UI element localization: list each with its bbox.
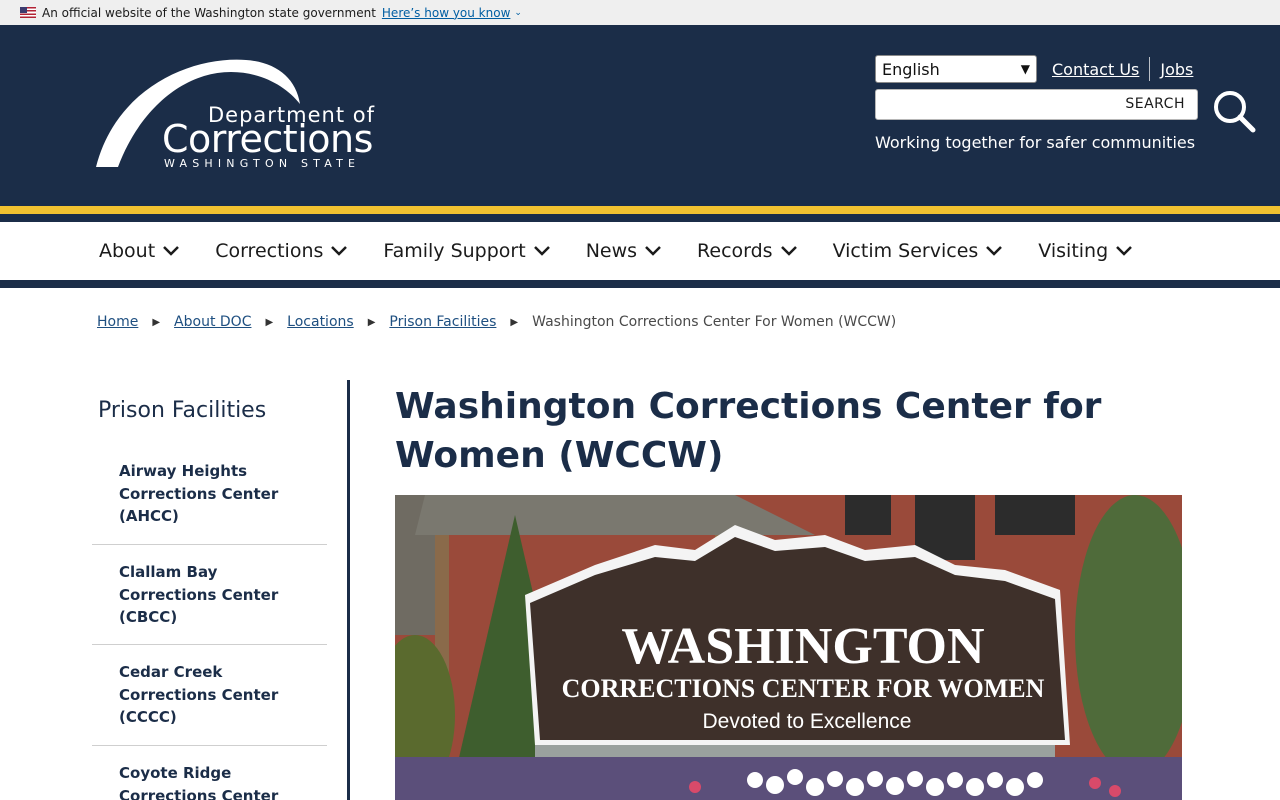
main-nav: About Corrections Family Support News Re… [0, 222, 1280, 280]
breadcrumb-prison-facilities[interactable]: Prison Facilities [389, 314, 496, 330]
sidebar-item-line: Corrections Center [119, 685, 279, 704]
chevron-down-icon: ▼ [1020, 62, 1030, 76]
chevron-right-icon: ▶ [152, 316, 161, 328]
contact-us-link[interactable]: Contact Us [1052, 60, 1139, 79]
page-title-line-2: Women (WCCW) [395, 435, 724, 476]
sidebar: Prison Facilities Airway Heights Correct… [92, 380, 350, 800]
search-input[interactable]: SEARCH [875, 89, 1198, 120]
chevron-down-icon [780, 246, 797, 256]
sidebar-item-cccc[interactable]: Cedar Creek Corrections Center (CCCC) [92, 661, 327, 746]
sidebar-item-line: Cedar Creek [119, 663, 223, 681]
nav-visiting[interactable]: Visiting [1038, 240, 1133, 262]
us-flag-icon [20, 7, 36, 18]
nav-victim-services-label: Victim Services [832, 240, 979, 262]
language-value: English [882, 59, 940, 79]
language-select[interactable]: English ▼ [875, 55, 1037, 83]
chevron-down-icon[interactable]: ⌄ [514, 8, 522, 18]
site-header: Department of Corrections WASHINGTON STA… [0, 25, 1280, 206]
sidebar-item-line: Clallam Bay [119, 563, 218, 581]
chevron-right-icon: ▶ [510, 316, 519, 328]
logo-line-3: WASHINGTON STATE [164, 157, 360, 170]
nav-corrections-label: Corrections [215, 240, 324, 262]
chevron-down-icon [986, 246, 1003, 256]
sidebar-item-crcc[interactable]: Coyote Ridge Corrections Center [92, 762, 327, 800]
sidebar-item-line: Corrections Center [119, 585, 279, 604]
nav-victim-services[interactable]: Victim Services [833, 240, 1003, 262]
chevron-down-icon [533, 246, 550, 256]
breadcrumb-locations[interactable]: Locations [287, 314, 354, 330]
page-title: Washington Corrections Center for Women … [395, 382, 1185, 480]
facility-sign-photo: WASHINGTON CORRECTIONS CENTER FOR WOMEN … [395, 495, 1182, 800]
nav-news[interactable]: News [586, 240, 661, 262]
nav-records[interactable]: Records [697, 240, 797, 262]
breadcrumb-current: Washington Corrections Center For Women … [532, 314, 897, 330]
logo-line-2: Corrections [162, 117, 373, 161]
sidebar-item-line: Corrections Center [119, 786, 279, 800]
chevron-right-icon: ▶ [265, 316, 274, 328]
nav-family-support[interactable]: Family Support [383, 240, 550, 262]
site-tagline: Working together for safer communities [875, 133, 1196, 152]
sign-line-3: Devoted to Excellence [703, 710, 912, 733]
nav-news-label: News [585, 240, 638, 262]
sidebar-item-line: (CBCC) [119, 608, 178, 626]
page-title-line-1: Washington Corrections Center for [395, 386, 1102, 427]
sidebar-item-line: Coyote Ridge [119, 764, 232, 782]
sidebar-item-line: (AHCC) [119, 507, 179, 525]
sign-line-2: CORRECTIONS CENTER FOR WOMEN [562, 674, 1045, 703]
sidebar-rule [347, 380, 350, 800]
navy-stripe [0, 214, 1280, 222]
nav-family-support-label: Family Support [383, 240, 526, 262]
chevron-down-icon [1116, 246, 1133, 256]
sidebar-item-ahcc[interactable]: Airway Heights Corrections Center (AHCC) [92, 460, 327, 545]
sidebar-item-line: Airway Heights [119, 462, 248, 480]
breadcrumb: Home ▶ About DOC ▶ Locations ▶ Prison Fa… [97, 314, 896, 330]
sign-line-1: WASHINGTON [621, 618, 984, 675]
how-you-know-link[interactable]: Here’s how you know [382, 6, 511, 20]
search-button[interactable]: SEARCH [1125, 96, 1185, 112]
search-icon[interactable] [1212, 89, 1256, 133]
nav-visiting-label: Visiting [1038, 240, 1109, 262]
nav-about-label: About [99, 240, 156, 262]
sidebar-item-line: Corrections Center [119, 484, 279, 503]
nav-about[interactable]: About [99, 240, 180, 262]
official-site-banner: An official website of the Washington st… [0, 0, 1280, 25]
link-divider [1149, 57, 1151, 81]
breadcrumb-home[interactable]: Home [97, 314, 138, 330]
nav-corrections[interactable]: Corrections [215, 240, 348, 262]
nav-records-label: Records [697, 240, 773, 262]
breadcrumb-about-doc[interactable]: About DOC [174, 314, 251, 330]
jobs-link[interactable]: Jobs [1160, 60, 1193, 79]
doc-logo[interactable]: Department of Corrections WASHINGTON STA… [96, 58, 386, 170]
nav-bottom-bar [0, 280, 1280, 288]
sidebar-item-cbcc[interactable]: Clallam Bay Corrections Center (CBCC) [92, 561, 327, 645]
utility-links: Contact Us Jobs [1052, 57, 1193, 81]
chevron-down-icon [331, 246, 348, 256]
sidebar-title: Prison Facilities [98, 398, 267, 423]
chevron-down-icon [163, 246, 180, 256]
gold-stripe [0, 206, 1280, 214]
chevron-down-icon [645, 246, 661, 256]
official-site-text: An official website of the Washington st… [42, 5, 376, 20]
sidebar-item-line: (CCCC) [119, 708, 177, 726]
chevron-right-icon: ▶ [367, 316, 376, 328]
